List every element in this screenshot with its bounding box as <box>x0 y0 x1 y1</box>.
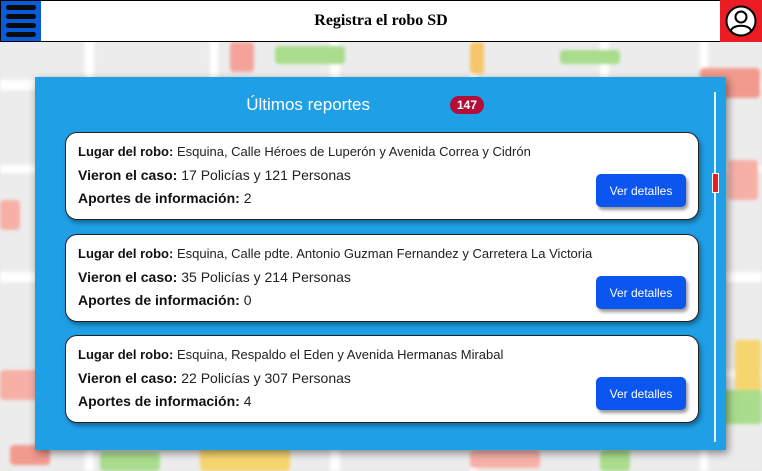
view-details-button[interactable]: Ver detalles <box>596 377 686 410</box>
view-details-button[interactable]: Ver detalles <box>596 174 686 207</box>
user-profile-icon <box>725 5 757 37</box>
place-value: Esquina, Calle pdte. Antonio Guzman Fern… <box>176 246 593 261</box>
panel-title: Últimos reportes <box>246 95 370 114</box>
contrib-label: Aportes de información: <box>78 393 240 409</box>
report-card: Lugar del robo: Esquina, Calle pdte. Ant… <box>65 234 699 322</box>
contrib-label: Aportes de información: <box>78 292 240 308</box>
scrollbar-track[interactable] <box>714 92 716 442</box>
seen-row: Vieron el caso: 35 Policías y 214 Person… <box>78 269 351 285</box>
seen-label: Vieron el caso: <box>78 370 178 386</box>
top-bar: Registra el robo SD <box>0 0 762 42</box>
place-value: Esquina, Calle Héroes de Luperón y Aveni… <box>176 144 531 159</box>
seen-value: 35 Policías y 214 Personas <box>181 269 351 285</box>
scrollbar-thumb[interactable] <box>712 173 719 193</box>
contrib-row: Aportes de información: 0 <box>78 292 251 308</box>
reports-panel: Últimos reportes 147 Lugar del robo: Esq… <box>35 77 726 450</box>
report-card: Lugar del robo: Esquina, Respaldo el Ede… <box>65 335 699 423</box>
seen-label: Vieron el caso: <box>78 269 178 285</box>
contrib-value: 2 <box>243 190 252 206</box>
seen-label: Vieron el caso: <box>78 167 178 183</box>
profile-button[interactable] <box>720 0 762 42</box>
seen-row: Vieron el caso: 22 Policías y 307 Person… <box>78 370 351 386</box>
place-value: Esquina, Respaldo el Eden y Avenida Herm… <box>176 347 504 362</box>
place-row: Lugar del robo: Esquina, Respaldo el Ede… <box>78 347 503 362</box>
place-label: Lugar del robo: <box>78 246 174 261</box>
place-row: Lugar del robo: Esquina, Calle pdte. Ant… <box>78 246 592 261</box>
place-label: Lugar del robo: <box>78 347 174 362</box>
place-row: Lugar del robo: Esquina, Calle Héroes de… <box>78 144 531 159</box>
report-card: Lugar del robo: Esquina, Calle Héroes de… <box>65 132 699 220</box>
page-title: Registra el robo SD <box>314 12 448 29</box>
contrib-label: Aportes de información: <box>78 190 240 206</box>
contrib-value: 0 <box>243 292 252 308</box>
place-label: Lugar del robo: <box>78 144 174 159</box>
view-details-button[interactable]: Ver detalles <box>596 276 686 309</box>
seen-value: 22 Policías y 307 Personas <box>181 370 351 386</box>
seen-row: Vieron el caso: 17 Policías y 121 Person… <box>78 167 351 183</box>
seen-value: 17 Policías y 121 Personas <box>181 167 351 183</box>
report-count-badge: 147 <box>450 96 484 114</box>
contrib-value: 4 <box>243 393 252 409</box>
contrib-row: Aportes de información: 2 <box>78 190 251 206</box>
contrib-row: Aportes de información: 4 <box>78 393 251 409</box>
